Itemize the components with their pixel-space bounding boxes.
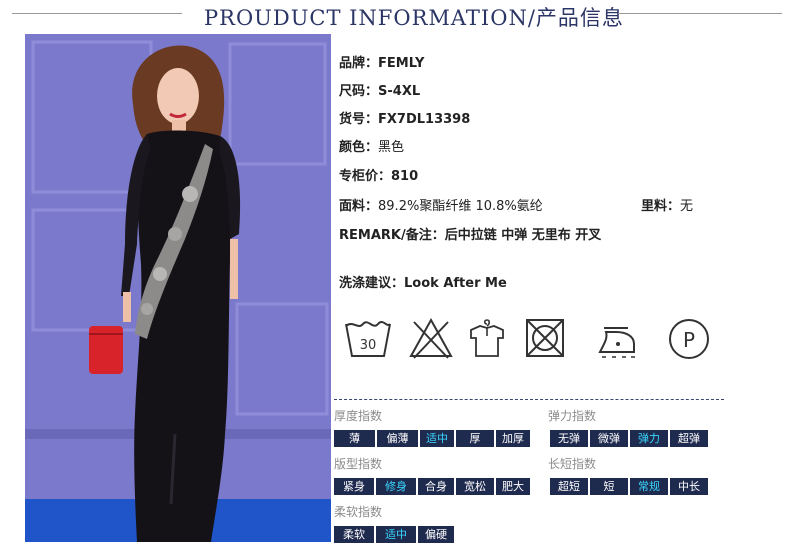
section-title: PROUDUCT INFORMATION/产品信息 [204,6,624,30]
wash-temperature-label: 30 [360,338,377,353]
fit-option: 合身 [418,478,454,495]
thickness-option: 偏薄 [377,430,418,447]
spec-size-value: S-4XL [378,84,421,99]
spec-color: 颜色：黑色 [339,136,404,155]
spec-color-value: 黑色 [378,140,405,155]
spec-wash: 洗涤建议：Look After Me [339,272,507,291]
length-index-scale: 超短 短 常规 中长 [550,478,710,495]
model-in-velvet-dress-image [25,34,331,542]
spec-remark: REMARK/备注：后中拉链 中弹 无里布 开叉 [339,224,601,243]
softness-option: 柔软 [334,526,374,543]
product-photo [25,34,331,542]
spec-price-value: 810 [391,169,419,184]
fit-option: 宽松 [456,478,494,495]
length-option: 短 [590,478,628,495]
length-option: 超短 [550,478,588,495]
fit-option: 紧身 [334,478,374,495]
thickness-option: 加厚 [496,430,530,447]
spec-lining-value: 无 [680,199,694,214]
length-option-selected: 常规 [630,478,668,495]
spec-brand-key: 品牌： [339,56,379,71]
thickness-index-scale: 薄 偏薄 适中 厚 加厚 [334,430,532,447]
spec-brand-value: FEMLY [378,56,425,71]
fit-index-label: 版型指数 [334,457,383,471]
elasticity-option: 微弹 [590,430,628,447]
spec-price-key: 专柜价： [339,169,392,184]
elasticity-option: 超弹 [670,430,708,447]
spec-sku: 货号：FX7DL13398 [339,108,470,127]
spec-size: 尺码：S-4XL [339,80,420,99]
spec-sku-value: FX7DL13398 [378,112,471,127]
header-rule-right [618,13,782,14]
elasticity-option-selected: 弹力 [630,430,668,447]
softness-option: 偏硬 [418,526,454,543]
spec-remark-key: REMARK/备注： [339,228,445,243]
iron-low-icon [594,316,640,366]
section-header: PROUDUCT INFORMATION/产品信息 [0,0,789,30]
fit-index-scale: 紧身 修身 合身 宽松 肥大 [334,478,532,495]
elasticity-index-label: 弹力指数 [548,409,597,423]
spec-fabric-value: 89.2%聚酯纤维 10.8%氨纶 [378,199,543,214]
spec-wash-value: Look After Me [404,276,507,291]
spec-wash-key: 洗涤建议： [339,276,405,291]
dry-clean-p-icon: P [666,316,712,366]
softness-option-selected: 适中 [376,526,416,543]
thickness-index-label: 厚度指数 [334,409,383,423]
dry-clean-label: P [683,328,695,352]
spec-color-key: 颜色： [339,140,379,155]
spec-size-key: 尺码： [339,84,379,99]
spec-brand: 品牌：FEMLY [339,52,424,71]
spec-price: 专柜价：810 [339,165,418,184]
hang-dry-icon [466,316,508,366]
length-index-label: 长短指数 [548,457,597,471]
thickness-option: 厚 [456,430,494,447]
spec-fabric-key: 面料： [339,199,379,214]
spec-sku-key: 货号： [339,112,379,127]
thickness-option: 薄 [334,430,375,447]
no-bleach-icon [408,316,454,366]
thickness-option-selected: 适中 [420,430,454,447]
wash-30-icon: 30 [343,316,393,366]
fit-option: 肥大 [496,478,530,495]
spec-lining: 里料：无 [641,195,693,214]
header-rule-left [12,13,182,14]
no-tumble-dry-icon [524,316,566,366]
spec-lining-key: 里料： [641,199,681,214]
softness-index-label: 柔软指数 [334,505,383,519]
elasticity-index-scale: 无弹 微弹 弹力 超弹 [550,430,710,447]
elasticity-option: 无弹 [550,430,588,447]
fit-option-selected: 修身 [376,478,416,495]
softness-index-scale: 柔软 适中 偏硬 [334,526,456,543]
length-option: 中长 [670,478,708,495]
divider [334,399,724,400]
spec-fabric: 面料：89.2%聚酯纤维 10.8%氨纶 [339,195,543,214]
spec-remark-value: 后中拉链 中弹 无里布 开叉 [444,228,602,243]
